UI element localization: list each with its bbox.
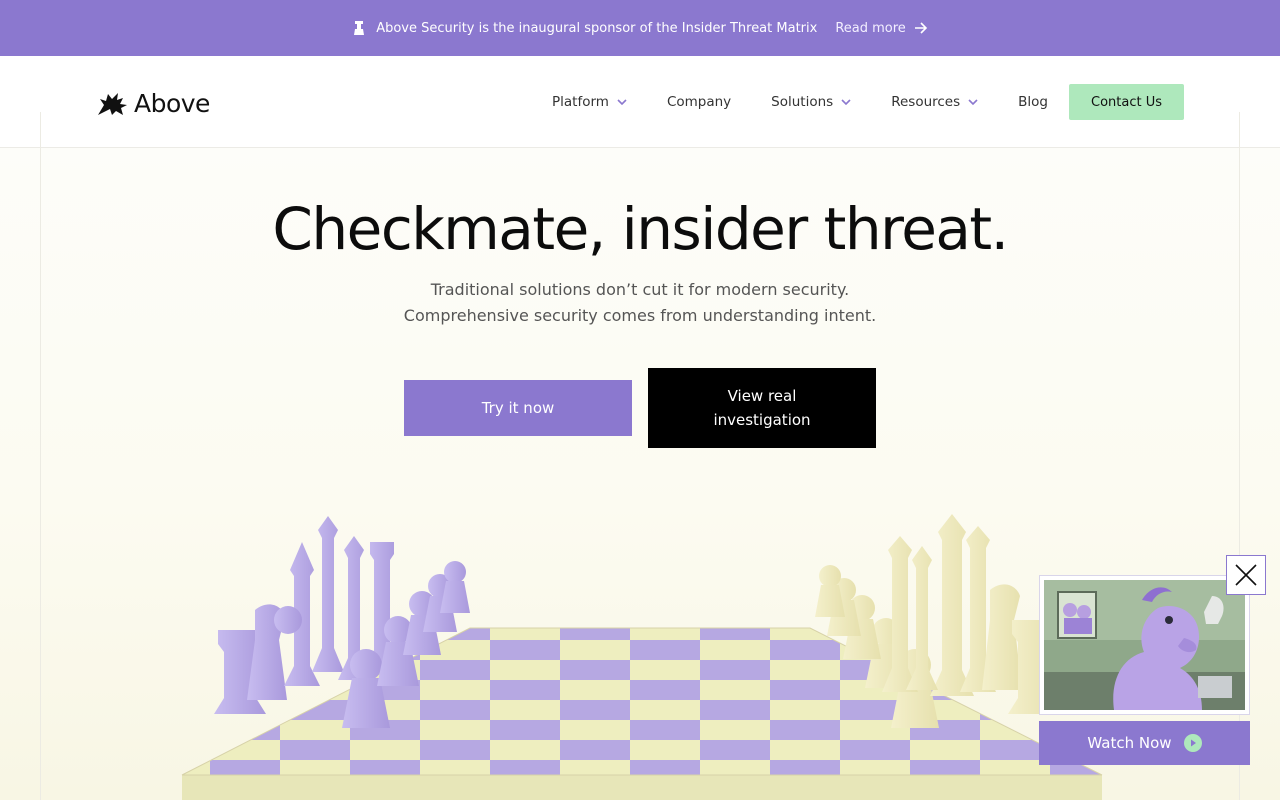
main-nav: Platform Company Solutions Resources Blo… (532, 84, 1068, 120)
chevron-down-icon (617, 99, 627, 105)
close-video-button[interactable] (1226, 555, 1266, 595)
hero-subtitle-line: Traditional solutions don’t cut it for m… (430, 280, 850, 299)
logo-text: Above (134, 89, 210, 118)
hero-subtitle: Traditional solutions don’t cut it for m… (0, 277, 1280, 329)
nav-item-platform[interactable]: Platform (532, 84, 647, 120)
chess-pawn-icon (352, 20, 366, 36)
nav-item-blog[interactable]: Blog (998, 84, 1068, 120)
nav-item-company[interactable]: Company (647, 84, 751, 120)
hero-title: Checkmate, insider threat. (272, 195, 1009, 263)
watch-now-label: Watch Now (1087, 734, 1172, 752)
announcement-text: Above Security is the inaugural sponsor … (376, 20, 818, 36)
chevron-down-icon (841, 99, 851, 105)
nav-item-resources[interactable]: Resources (871, 84, 998, 120)
nav-item-label: Resources (891, 94, 961, 110)
announcement-bar: Above Security is the inaugural sponsor … (0, 0, 1280, 56)
close-icon (1235, 564, 1257, 586)
contact-us-button[interactable]: Contact Us (1069, 84, 1184, 120)
griffin-logo-icon (98, 92, 127, 115)
nav-item-solutions[interactable]: Solutions (751, 84, 871, 120)
arrow-right-icon (914, 22, 927, 34)
chevron-down-icon (968, 99, 978, 105)
play-icon (1183, 734, 1202, 752)
try-it-now-button[interactable]: Try it now (404, 380, 632, 436)
frame-line (1239, 112, 1240, 148)
view-investigation-button[interactable]: View real investigation (648, 368, 876, 448)
frame-line (40, 112, 41, 148)
nav-item-label: Company (666, 94, 732, 110)
logo[interactable]: Above (96, 89, 210, 118)
read-more-label: Read more (835, 20, 906, 36)
nav-item-label: Solutions (771, 94, 834, 110)
video-thumbnail[interactable] (1039, 575, 1250, 715)
read-more-link[interactable]: Read more (835, 21, 927, 36)
hero-subtitle-line: Comprehensive security comes from unders… (403, 306, 877, 325)
nav-item-label: Blog (1018, 94, 1048, 110)
unicorn-video-still (1044, 580, 1245, 710)
nav-item-label: Platform (552, 94, 609, 110)
watch-now-button[interactable]: Watch Now (1039, 721, 1250, 765)
site-header: Above Platform Company Solutions Resourc… (0, 56, 1280, 148)
